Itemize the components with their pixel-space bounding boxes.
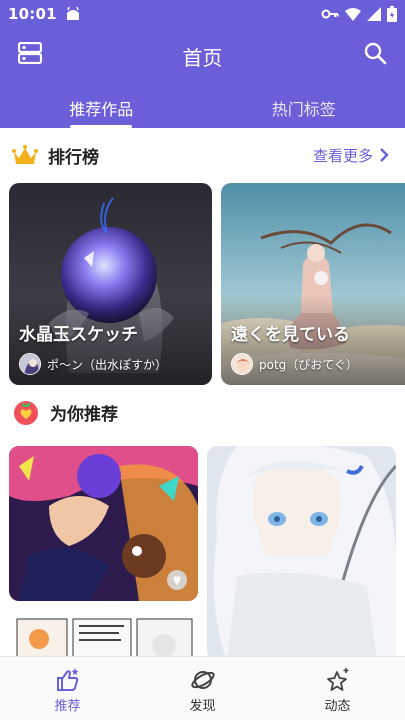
view-more-label: 查看更多 bbox=[312, 146, 373, 165]
search-icon bbox=[364, 42, 387, 65]
status-time: 10:01 bbox=[8, 5, 57, 23]
ranking-title: 排行榜 bbox=[48, 147, 99, 168]
sparkle-icon bbox=[326, 668, 348, 691]
thumbs-up-icon bbox=[56, 668, 78, 691]
android-notification-icon bbox=[66, 7, 79, 20]
tomato-heart-icon bbox=[14, 401, 38, 425]
bottom-navigation: 推荐 发现 动态 bbox=[0, 656, 405, 720]
search-button[interactable] bbox=[363, 41, 389, 67]
artwork-author[interactable]: potg（ぴおてぐ） bbox=[231, 353, 358, 375]
battery-icon bbox=[387, 6, 397, 22]
tab-recommended-works[interactable]: 推荐作品 bbox=[0, 80, 203, 128]
author-name: ポ〜ン（出水ぽすか） bbox=[47, 357, 168, 372]
nav-activity[interactable]: 动态 bbox=[270, 657, 405, 720]
recommend-header: 为你推荐 bbox=[12, 397, 389, 427]
ranking-card[interactable]: 水晶玉スケッチ ポ〜ン（出水ぽすか） bbox=[9, 183, 212, 385]
recommend-card[interactable] bbox=[9, 446, 198, 601]
artwork-author[interactable]: ポ〜ン（出水ぽすか） bbox=[19, 353, 167, 375]
app-bar: 首页 bbox=[0, 28, 405, 80]
avatar bbox=[19, 353, 41, 375]
artwork-thumbnail bbox=[207, 446, 396, 661]
recommend-card[interactable] bbox=[207, 446, 396, 661]
artwork-thumbnail bbox=[9, 446, 198, 601]
signal-icon bbox=[367, 7, 381, 21]
crown-icon bbox=[12, 145, 38, 164]
wifi-icon bbox=[345, 8, 361, 21]
chevron-right-icon bbox=[380, 148, 389, 162]
ranking-card[interactable]: 遠くを見ている potg（ぴおてぐ） bbox=[221, 183, 405, 385]
tab-label: 推荐作品 bbox=[69, 100, 134, 119]
recommend-title: 为你推荐 bbox=[50, 404, 118, 425]
ranking-carousel[interactable]: 水晶玉スケッチ ポ〜ン（出水ぽすか） 遠くを見ている potg（ぴおてぐ） bbox=[0, 183, 405, 387]
artwork-title: 水晶玉スケッチ bbox=[19, 325, 138, 345]
planet-icon bbox=[190, 671, 215, 689]
nav-recommend[interactable]: 推荐 bbox=[0, 657, 135, 720]
page-title: 首页 bbox=[182, 46, 223, 70]
artwork-title: 遠くを見ている bbox=[231, 325, 350, 345]
nav-discover[interactable]: 发现 bbox=[135, 657, 270, 720]
avatar bbox=[231, 353, 253, 375]
nav-label: 推荐 bbox=[54, 699, 81, 714]
view-more-link[interactable]: 查看更多 bbox=[313, 145, 389, 166]
ranking-header: 排行榜 查看更多 bbox=[12, 140, 389, 170]
author-name: potg（ぴおてぐ） bbox=[259, 357, 358, 372]
tab-popular-tags[interactable]: 热门标签 bbox=[203, 80, 405, 128]
nav-label: 发现 bbox=[189, 699, 216, 714]
status-bar: 10:01 bbox=[0, 0, 405, 28]
tab-indicator bbox=[70, 125, 133, 128]
tab-bar: 推荐作品 热门标签 bbox=[0, 80, 405, 128]
vpn-key-icon bbox=[321, 9, 339, 19]
tab-label: 热门标签 bbox=[271, 100, 336, 119]
nav-label: 动态 bbox=[324, 699, 351, 714]
